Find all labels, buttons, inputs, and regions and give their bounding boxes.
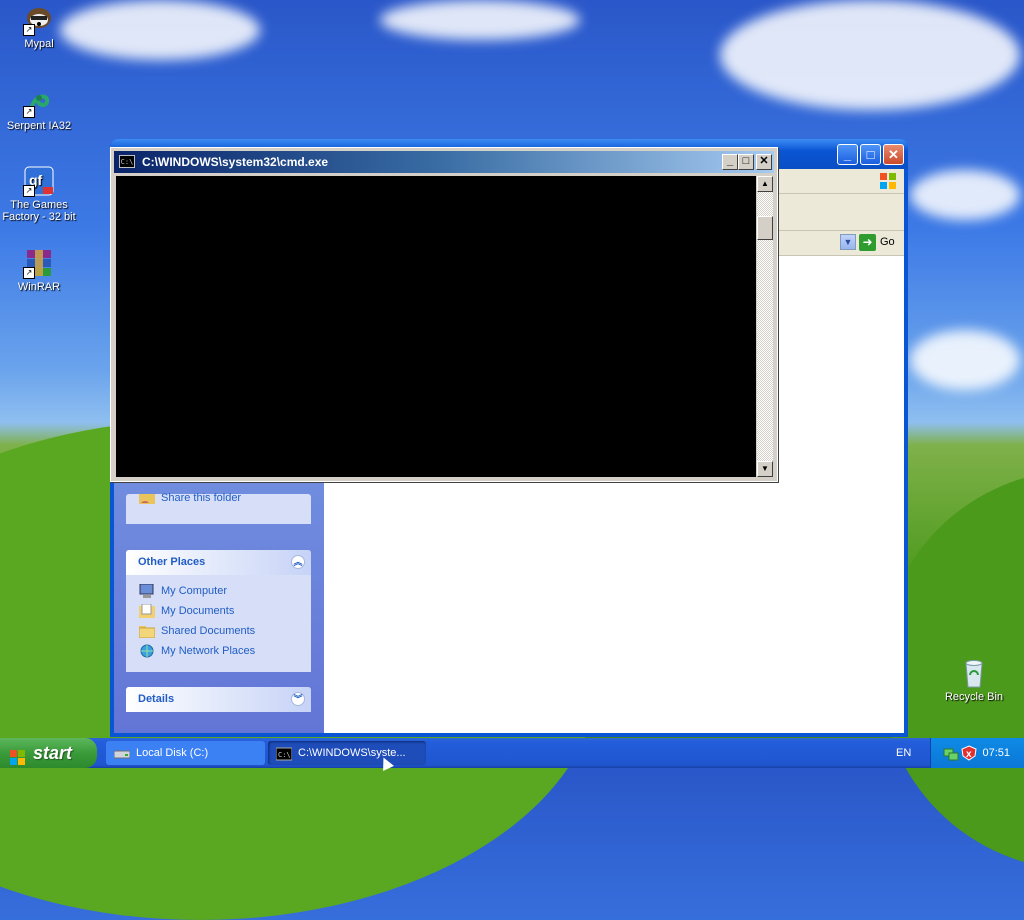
start-button[interactable]: start <box>0 738 97 768</box>
share-folder-icon <box>139 491 155 505</box>
desktop-icon-label: WinRAR <box>17 281 61 293</box>
place-my-network-places[interactable]: My Network Places <box>126 641 311 661</box>
collapse-chevron-icon[interactable]: ︽ <box>291 555 305 569</box>
file-tasks-panel: Share this folder <box>126 492 311 524</box>
network-globe-icon <box>139 644 155 658</box>
network-tray-icon[interactable] <box>943 745 959 761</box>
desktop-icon-label: Mypal <box>24 38 54 50</box>
computer-icon <box>139 583 155 598</box>
cmd-minimize-button[interactable]: _ <box>722 154 738 170</box>
panel-header[interactable]: Other Places ︽ <box>126 550 311 575</box>
clock[interactable]: 07:51 <box>982 738 1010 768</box>
place-label: My Computer <box>161 585 228 597</box>
scroll-down-button[interactable]: ▼ <box>757 461 773 477</box>
other-places-panel: Other Places ︽ My Computer My Documents … <box>126 550 311 672</box>
windows-flag-icon <box>10 745 26 765</box>
desktop-icon-recycle-bin[interactable]: Recycle Bin <box>936 657 1012 703</box>
cmd-maximize-button[interactable]: □ <box>738 154 754 170</box>
cmd-icon: C:\ <box>275 746 293 761</box>
folder-icon <box>138 624 156 639</box>
task-share-folder[interactable]: Share this folder <box>126 488 311 508</box>
place-my-computer[interactable]: My Computer <box>126 581 311 601</box>
place-label: My Network Places <box>161 645 256 657</box>
place-my-documents[interactable]: My Documents <box>126 601 311 621</box>
desktop-icon-label: Serpent IA32 <box>6 120 72 132</box>
svg-text:C:\: C:\ <box>278 751 291 759</box>
serpent-icon: ↗ <box>23 86 55 118</box>
recycle-bin-icon <box>958 657 990 689</box>
maximize-button[interactable]: □ <box>860 144 881 165</box>
cmd-title: C:\WINDOWS\system32\cmd.exe <box>142 155 329 169</box>
desktop-icon-mypal[interactable]: ↗ Mypal <box>1 4 77 50</box>
drive-icon <box>113 746 131 760</box>
go-arrow-icon[interactable]: ➜ <box>859 234 876 251</box>
minimize-button[interactable]: _ <box>837 144 858 165</box>
start-label: start <box>33 743 73 763</box>
panel-title: Details <box>138 693 175 705</box>
task-local-disk[interactable]: Local Disk (C:) <box>106 741 265 765</box>
desktop-icon-serpent[interactable]: ↗ Serpent IA32 <box>1 86 77 132</box>
svg-text:x: x <box>966 749 972 760</box>
task-label: Local Disk (C:) <box>136 747 209 759</box>
scroll-thumb[interactable] <box>757 216 773 240</box>
desktop-icon-games-factory[interactable]: gf ↗ The Games Factory - 32 bit <box>1 165 77 223</box>
details-panel: Details ︾ <box>126 687 311 712</box>
desktop-icon-label: The Games Factory - 32 bit <box>2 199 76 223</box>
language-indicator[interactable]: EN <box>896 738 911 768</box>
scroll-up-button[interactable]: ▲ <box>757 176 773 192</box>
system-tray: x 07:51 <box>930 738 1024 768</box>
task-cmd[interactable]: C:\ C:\WINDOWS\syste... <box>268 741 426 765</box>
place-shared-documents[interactable]: Shared Documents <box>126 621 311 641</box>
console-area[interactable] <box>116 176 756 477</box>
security-alert-icon[interactable]: x <box>961 745 977 761</box>
panel-header[interactable]: Details ︾ <box>126 687 311 712</box>
vertical-scrollbar[interactable]: ▲ ▼ <box>757 176 773 477</box>
expand-chevron-icon[interactable]: ︾ <box>291 692 305 706</box>
windows-logo-icon <box>878 171 898 191</box>
cmd-title-bar[interactable]: C:\ C:\WINDOWS\system32\cmd.exe _ □ ✕ <box>114 151 774 173</box>
cmd-close-button[interactable]: ✕ <box>756 154 772 170</box>
place-label: My Documents <box>161 605 235 617</box>
go-button-label[interactable]: Go <box>880 236 895 248</box>
desktop-icon-label: Recycle Bin <box>944 691 1004 703</box>
desktop-icon-winrar[interactable]: ↗ WinRAR <box>1 247 77 293</box>
cmd-icon[interactable]: C:\ <box>119 155 135 168</box>
raccoon-icon: ↗ <box>23 4 55 36</box>
close-button[interactable]: ✕ <box>883 144 904 165</box>
games-factory-icon: gf ↗ <box>23 165 55 197</box>
place-label: Shared Documents <box>161 625 256 637</box>
documents-folder-icon <box>139 603 155 618</box>
cmd-window[interactable]: C:\ C:\WINDOWS\system32\cmd.exe _ □ ✕ ▲ … <box>110 147 778 482</box>
address-dropdown-button[interactable]: ▼ <box>840 234 856 250</box>
panel-title: Other Places <box>138 556 206 568</box>
winrar-icon: ↗ <box>23 247 55 279</box>
taskbar: start Local Disk (C:) C:\ C:\WINDOWS\sys… <box>0 738 1024 768</box>
task-label: Share this folder <box>161 492 242 504</box>
